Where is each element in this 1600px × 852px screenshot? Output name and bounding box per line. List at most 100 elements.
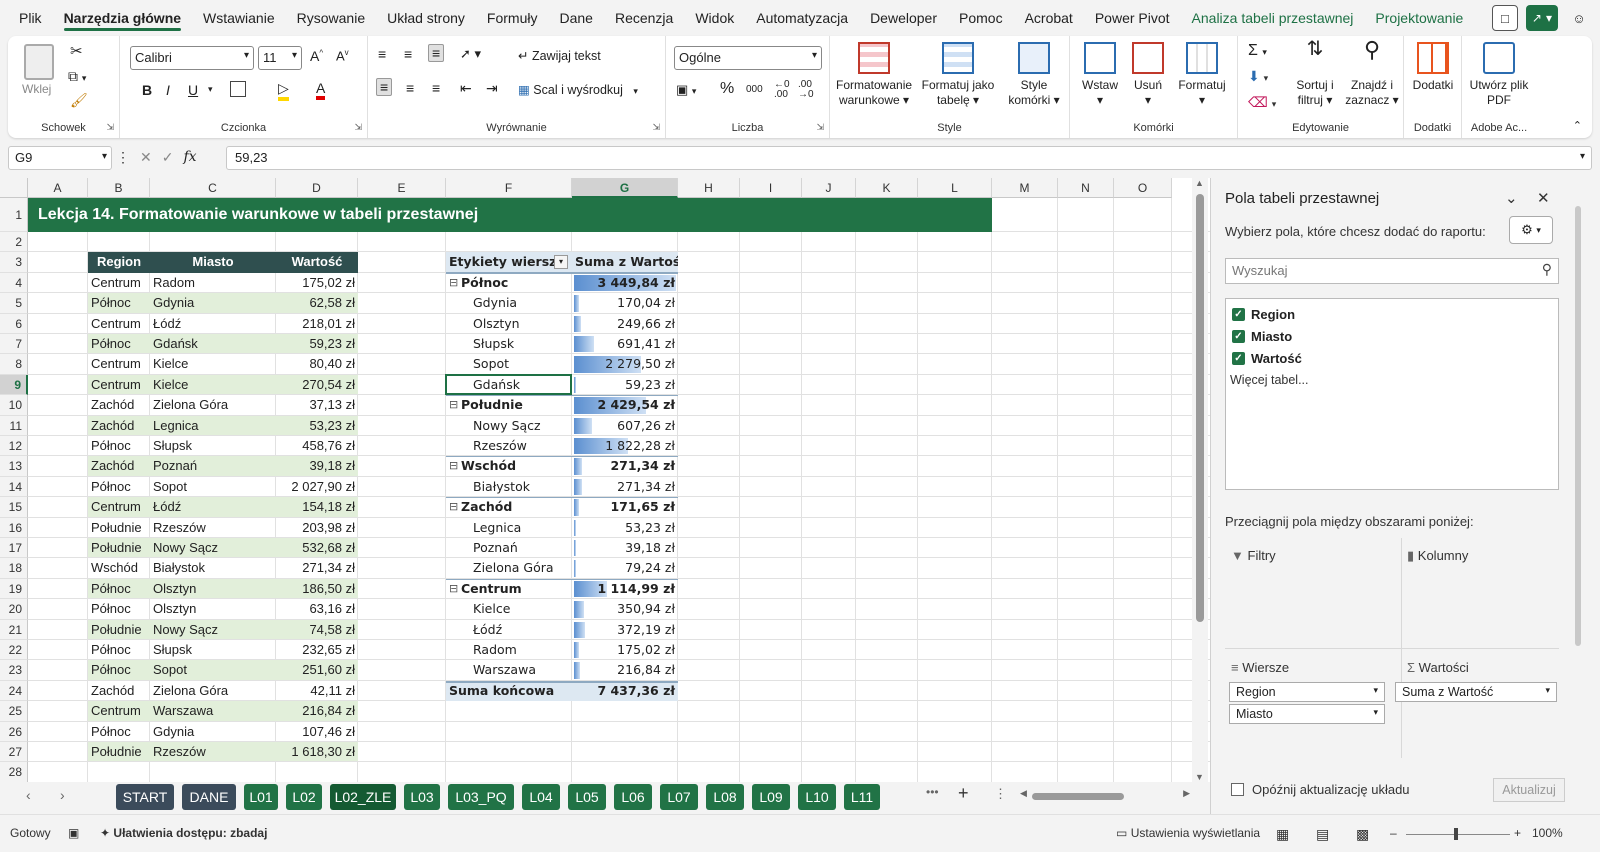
zoom-out-icon[interactable]: –: [1390, 826, 1397, 840]
currency-icon[interactable]: ▣ ▾: [676, 82, 696, 98]
fill-color-icon[interactable]: ▷: [278, 80, 289, 101]
column-header[interactable]: E: [358, 178, 446, 198]
table-cell[interactable]: 80,40 zł: [276, 354, 358, 374]
menu-tab[interactable]: Wstawianie: [192, 0, 286, 36]
pivot-item-label[interactable]: Nowy Sącz: [470, 416, 582, 436]
panel-settings-button[interactable]: ⚙ ▾: [1509, 216, 1553, 244]
table-cell[interactable]: Sopot: [150, 477, 276, 497]
table-cell[interactable]: 63,16 zł: [276, 599, 358, 619]
table-cell[interactable]: Zielona Góra: [150, 395, 276, 415]
pivot-item-label[interactable]: Sopot: [470, 354, 582, 374]
sheet-tab[interactable]: L06: [614, 784, 652, 810]
cell-styles-button[interactable]: Style komórki ▾: [1004, 42, 1064, 108]
table-cell[interactable]: Zachód: [88, 681, 150, 701]
row-header[interactable]: 26: [0, 721, 28, 742]
scroll-down-icon[interactable]: ▼: [1195, 772, 1204, 782]
row-header[interactable]: 13: [0, 456, 28, 477]
column-header[interactable]: O: [1114, 178, 1172, 198]
add-sheet-button[interactable]: +: [958, 783, 969, 804]
pivot-group-label[interactable]: Centrum: [458, 579, 570, 599]
pivot-value[interactable]: 1 114,99 zł: [572, 579, 678, 599]
column-header[interactable]: A: [28, 178, 88, 198]
pivot-group-label[interactable]: Północ: [458, 273, 570, 293]
table-cell[interactable]: 270,54 zł: [276, 375, 358, 395]
paste-button[interactable]: Wklej: [22, 82, 51, 96]
checkbox-checked-icon[interactable]: ✓: [1232, 308, 1245, 321]
select-all-corner[interactable]: [0, 178, 28, 198]
table-cell[interactable]: Słupsk: [150, 640, 276, 660]
table-cell[interactable]: 218,01 zł: [276, 314, 358, 334]
columns-area[interactable]: ▮ Kolumny: [1407, 548, 1468, 564]
dialog-launcher-icon[interactable]: ⇲: [354, 122, 362, 133]
table-cell[interactable]: Centrum: [88, 273, 150, 293]
menu-tab[interactable]: Rysowanie: [286, 0, 376, 36]
pivot-value[interactable]: 271,34 zł: [572, 456, 678, 476]
field-item-wartosc[interactable]: ✓ Wartość: [1232, 351, 1302, 366]
column-header[interactable]: N: [1058, 178, 1114, 198]
table-cell[interactable]: 251,60 zł: [276, 660, 358, 680]
checkbox-checked-icon[interactable]: ✓: [1232, 330, 1245, 343]
pivot-value[interactable]: 271,34 zł: [572, 477, 678, 497]
table-cell[interactable]: 216,84 zł: [276, 701, 358, 721]
addins-button[interactable]: Dodatki: [1408, 42, 1458, 93]
table-cell[interactable]: Centrum: [88, 354, 150, 374]
table-cell[interactable]: Północ: [88, 640, 150, 660]
sheet-tab[interactable]: L02: [286, 784, 322, 810]
row-header[interactable]: 21: [0, 619, 28, 640]
table-cell[interactable]: 203,98 zł: [276, 518, 358, 538]
field-item-region[interactable]: ✓ Region: [1232, 307, 1295, 322]
chevron-down-icon[interactable]: ⌄: [1505, 189, 1518, 207]
row-header[interactable]: 9: [0, 374, 28, 396]
table-cell[interactable]: 154,18 zł: [276, 497, 358, 517]
column-header[interactable]: I: [740, 178, 802, 198]
row-header[interactable]: 20: [0, 599, 28, 620]
row-header[interactable]: 1: [0, 198, 28, 232]
pivot-group-label[interactable]: Południe: [458, 395, 570, 415]
collapse-ribbon-icon[interactable]: ⌃: [1573, 119, 1582, 132]
format-as-table-button[interactable]: Formatuj jako tabelę ▾: [918, 42, 998, 108]
pivot-item-label[interactable]: Radom: [470, 640, 582, 660]
table-cell[interactable]: Północ: [88, 722, 150, 742]
menu-tab[interactable]: Analiza tabeli przestawnej: [1181, 0, 1365, 36]
row-header[interactable]: 17: [0, 538, 28, 559]
row-header[interactable]: 11: [0, 415, 28, 436]
field-item-miasto[interactable]: ✓ Miasto: [1232, 329, 1292, 344]
sheet-tab[interactable]: L08: [706, 784, 744, 810]
table-cell[interactable]: 59,23 zł: [276, 334, 358, 354]
row-header[interactable]: 7: [0, 334, 28, 355]
row-field-miasto[interactable]: Miasto ▾: [1229, 704, 1385, 724]
table-cell[interactable]: 186,50 zł: [276, 579, 358, 599]
row-header[interactable]: 12: [0, 436, 28, 457]
table-cell[interactable]: Centrum: [88, 701, 150, 721]
row-header[interactable]: 8: [0, 354, 28, 375]
table-cell[interactable]: 458,76 zł: [276, 436, 358, 456]
font-family-select[interactable]: Calibri ▾: [130, 46, 254, 70]
column-header[interactable]: B: [88, 178, 150, 198]
close-icon[interactable]: ✕: [1537, 189, 1550, 207]
row-header[interactable]: 18: [0, 558, 28, 579]
font-color-icon[interactable]: A: [316, 80, 326, 100]
autosum-icon[interactable]: Σ ▾: [1248, 42, 1267, 60]
row-header[interactable]: 27: [0, 742, 28, 763]
table-cell[interactable]: Poznań: [150, 456, 276, 476]
insert-cells-button[interactable]: Wstaw ▾: [1080, 42, 1120, 108]
percent-button[interactable]: %: [720, 80, 734, 98]
menu-tab[interactable]: Projektowanie: [1364, 0, 1474, 36]
pivot-item-label[interactable]: Poznań: [470, 538, 582, 558]
table-cell[interactable]: 2 027,90 zł: [276, 477, 358, 497]
column-header[interactable]: L: [918, 178, 992, 198]
pivot-value[interactable]: 170,04 zł: [572, 293, 678, 313]
increase-indent-icon[interactable]: ⇥: [486, 80, 498, 97]
menu-tab[interactable]: Formuły: [476, 0, 549, 36]
scroll-up-icon[interactable]: ▲: [1195, 178, 1204, 188]
cut-icon[interactable]: ✂: [70, 42, 83, 60]
table-cell[interactable]: Nowy Sącz: [150, 620, 276, 640]
row-header[interactable]: 23: [0, 660, 28, 681]
sheet-tab[interactable]: START: [116, 784, 174, 810]
align-middle-icon[interactable]: ≡: [404, 46, 412, 62]
table-cell[interactable]: Łódź: [150, 314, 276, 334]
worksheet-grid[interactable]: A B C D E F G H I J K L M N O 1 2 3 4 5 6 7 8 9 10 11 12 13 14 15 16 17…: [0, 178, 1218, 790]
pivot-group-label[interactable]: Wschód: [458, 456, 570, 476]
pivot-item-label[interactable]: Legnica: [470, 518, 582, 538]
macro-record-icon[interactable]: ▣: [68, 826, 79, 840]
